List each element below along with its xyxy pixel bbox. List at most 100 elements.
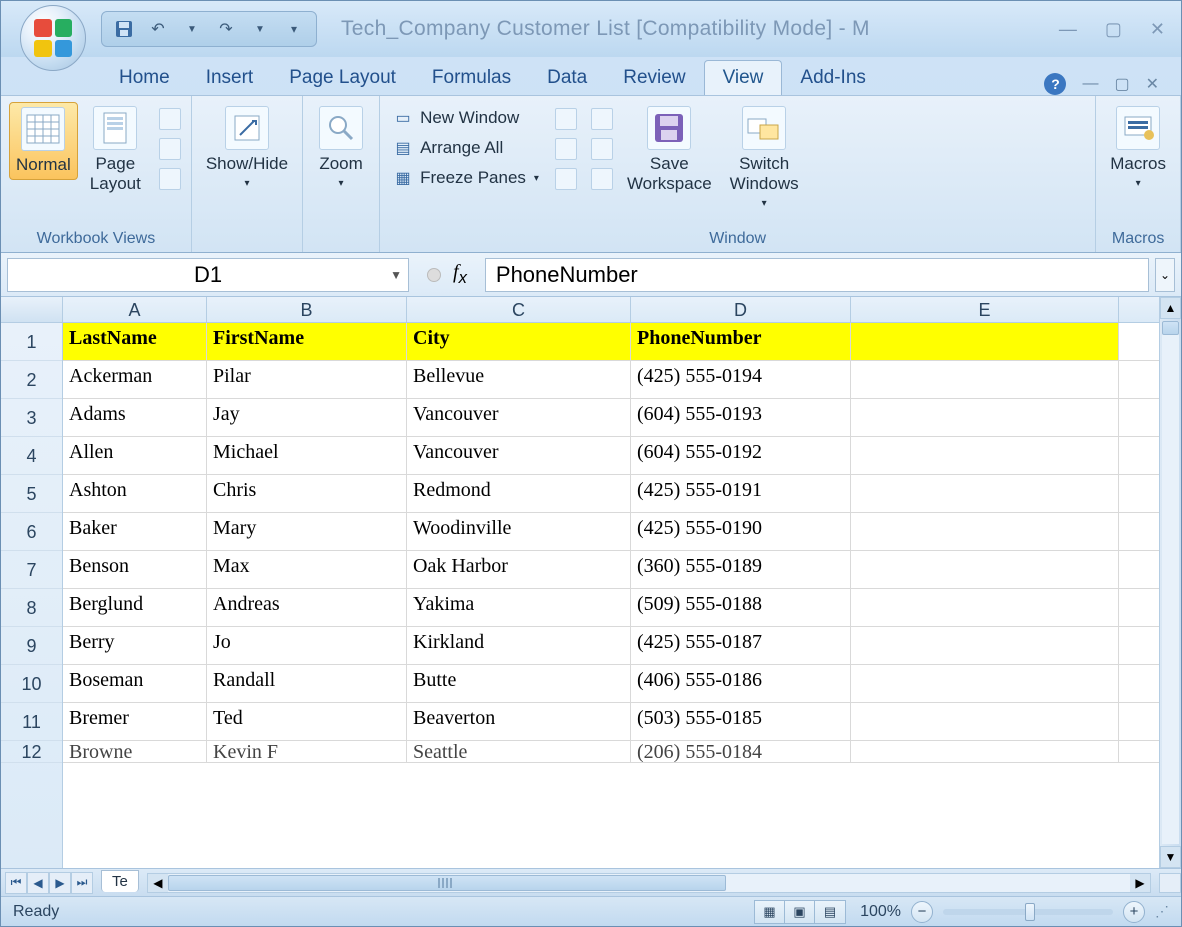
row-header-7[interactable]: 7 bbox=[1, 551, 62, 589]
col-header-B[interactable]: B bbox=[207, 297, 407, 323]
undo-dropdown-icon[interactable]: ▼ bbox=[180, 17, 204, 41]
row-header-5[interactable]: 5 bbox=[1, 475, 62, 513]
fx-icon[interactable]: fx bbox=[453, 261, 467, 288]
ribbon-minimize-icon[interactable]: — bbox=[1082, 75, 1098, 93]
normal-view-button[interactable]: Normal bbox=[9, 102, 78, 180]
freeze-panes-button[interactable]: ▦Freeze Panes▾ bbox=[388, 166, 543, 190]
scroll-left-icon[interactable]: ◀ bbox=[148, 874, 168, 892]
tab-formulas[interactable]: Formulas bbox=[414, 61, 529, 95]
zoom-out-button[interactable]: − bbox=[911, 901, 933, 923]
first-sheet-icon[interactable]: ⏮ bbox=[5, 872, 27, 894]
col-header-C[interactable]: C bbox=[407, 297, 631, 323]
hscroll-split-handle[interactable] bbox=[1159, 873, 1181, 893]
next-sheet-icon[interactable]: ▶ bbox=[49, 872, 71, 894]
small-view-buttons bbox=[153, 102, 183, 190]
ribbon-restore-icon[interactable]: ▢ bbox=[1114, 74, 1129, 94]
formula-bar-expand-icon[interactable]: ⌄ bbox=[1155, 258, 1175, 292]
new-window-button[interactable]: ▭New Window bbox=[388, 106, 543, 130]
redo-dropdown-icon[interactable]: ▼ bbox=[248, 17, 272, 41]
arrange-all-icon: ▤ bbox=[392, 137, 414, 159]
col-header-D[interactable]: D bbox=[631, 297, 851, 323]
row-header-10[interactable]: 10 bbox=[1, 665, 62, 703]
col-header-A[interactable]: A bbox=[63, 297, 207, 323]
tab-insert[interactable]: Insert bbox=[188, 61, 272, 95]
prev-sheet-icon[interactable]: ◀ bbox=[27, 872, 49, 894]
tab-page-layout[interactable]: Page Layout bbox=[271, 61, 414, 95]
macros-button[interactable]: Macros ▾ bbox=[1104, 102, 1172, 193]
formula-input[interactable]: PhoneNumber bbox=[485, 258, 1149, 292]
zoom-percent[interactable]: 100% bbox=[860, 903, 901, 921]
select-all-corner[interactable] bbox=[1, 297, 63, 323]
header-lastname[interactable]: LastName bbox=[63, 323, 207, 360]
zoom-slider-thumb[interactable] bbox=[1025, 903, 1035, 921]
row-header-1[interactable]: 1 bbox=[1, 323, 62, 361]
synchronous-scrolling-button[interactable] bbox=[591, 138, 613, 160]
page-break-shortcut-icon[interactable]: ▤ bbox=[815, 901, 845, 923]
undo-icon[interactable]: ↶ bbox=[146, 17, 170, 41]
resize-grip-icon[interactable]: ⋰ bbox=[1155, 903, 1169, 920]
qat-customize-icon[interactable]: ▾ bbox=[282, 17, 306, 41]
cells[interactable]: LastName FirstName City PhoneNumber Acke… bbox=[63, 323, 1159, 868]
view-side-by-side-button[interactable] bbox=[591, 108, 613, 130]
name-box[interactable]: D1 ▼ bbox=[7, 258, 409, 292]
zoom-slider[interactable] bbox=[943, 909, 1113, 915]
last-sheet-icon[interactable]: ⏭ bbox=[71, 872, 93, 894]
tab-home[interactable]: Home bbox=[101, 61, 188, 95]
namebox-dropdown-icon[interactable]: ▼ bbox=[390, 268, 402, 282]
cell-empty[interactable] bbox=[851, 323, 1119, 360]
scroll-down-icon[interactable]: ▼ bbox=[1160, 846, 1181, 868]
row-header-12[interactable]: 12 bbox=[1, 741, 62, 763]
hscroll-thumb[interactable] bbox=[168, 875, 726, 891]
header-firstname[interactable]: FirstName bbox=[207, 323, 407, 360]
redo-icon[interactable]: ↷ bbox=[214, 17, 238, 41]
normal-shortcut-icon[interactable]: ▦ bbox=[755, 901, 785, 923]
page-layout-shortcut-icon[interactable]: ▣ bbox=[785, 901, 815, 923]
zoom-dropdown-icon: ▾ bbox=[339, 178, 344, 189]
tab-view[interactable]: View bbox=[704, 60, 783, 95]
show-hide-button[interactable]: Show/Hide ▾ bbox=[200, 102, 294, 193]
save-workspace-button[interactable]: Save Workspace bbox=[621, 102, 718, 198]
row-header-11[interactable]: 11 bbox=[1, 703, 62, 741]
sheet-tab[interactable]: Te bbox=[101, 870, 139, 892]
scrollbar-thumb[interactable] bbox=[1162, 321, 1179, 335]
window-group-label: Window bbox=[388, 228, 1087, 252]
hide-button[interactable] bbox=[555, 138, 577, 160]
row-header-8[interactable]: 8 bbox=[1, 589, 62, 627]
row-header-2[interactable]: 2 bbox=[1, 361, 62, 399]
minimize-icon[interactable]: — bbox=[1059, 19, 1077, 40]
header-city[interactable]: City bbox=[407, 323, 631, 360]
save-workspace-icon bbox=[647, 106, 691, 150]
zoom-in-button[interactable]: + bbox=[1123, 901, 1145, 923]
office-button[interactable] bbox=[20, 5, 86, 71]
scroll-up-icon[interactable]: ▲ bbox=[1160, 297, 1181, 319]
cancel-formula-icon[interactable] bbox=[427, 268, 441, 282]
page-break-preview-button[interactable] bbox=[159, 108, 181, 130]
row-header-6[interactable]: 6 bbox=[1, 513, 62, 551]
row-header-9[interactable]: 9 bbox=[1, 627, 62, 665]
scroll-right-icon[interactable]: ▶ bbox=[1130, 874, 1150, 892]
col-header-E[interactable]: E bbox=[851, 297, 1119, 323]
row-header-3[interactable]: 3 bbox=[1, 399, 62, 437]
scrollbar-track[interactable] bbox=[1162, 321, 1179, 844]
row-header-4[interactable]: 4 bbox=[1, 437, 62, 475]
header-phonenumber[interactable]: PhoneNumber bbox=[631, 323, 851, 360]
switch-windows-button[interactable]: Switch Windows ▾ bbox=[724, 102, 805, 213]
ribbon-close-icon[interactable]: ✕ bbox=[1146, 74, 1159, 94]
close-icon[interactable]: ✕ bbox=[1150, 19, 1165, 40]
arrange-all-button[interactable]: ▤Arrange All bbox=[388, 136, 543, 160]
full-screen-button[interactable] bbox=[159, 168, 181, 190]
split-button[interactable] bbox=[555, 108, 577, 130]
page-layout-view-button[interactable]: Page Layout bbox=[84, 102, 147, 198]
vertical-scrollbar[interactable]: ▲ ▼ bbox=[1159, 297, 1181, 868]
unhide-button[interactable] bbox=[555, 168, 577, 190]
maximize-icon[interactable]: ▢ bbox=[1105, 19, 1122, 40]
horizontal-scrollbar[interactable]: ◀ ▶ bbox=[147, 873, 1151, 893]
tab-data[interactable]: Data bbox=[529, 61, 605, 95]
reset-window-position-button[interactable] bbox=[591, 168, 613, 190]
tab-review[interactable]: Review bbox=[605, 61, 703, 95]
custom-views-button[interactable] bbox=[159, 138, 181, 160]
help-icon[interactable]: ? bbox=[1044, 73, 1066, 95]
tab-add-ins[interactable]: Add-Ins bbox=[782, 61, 883, 95]
zoom-button[interactable]: Zoom ▾ bbox=[311, 102, 371, 193]
save-icon[interactable] bbox=[112, 17, 136, 41]
